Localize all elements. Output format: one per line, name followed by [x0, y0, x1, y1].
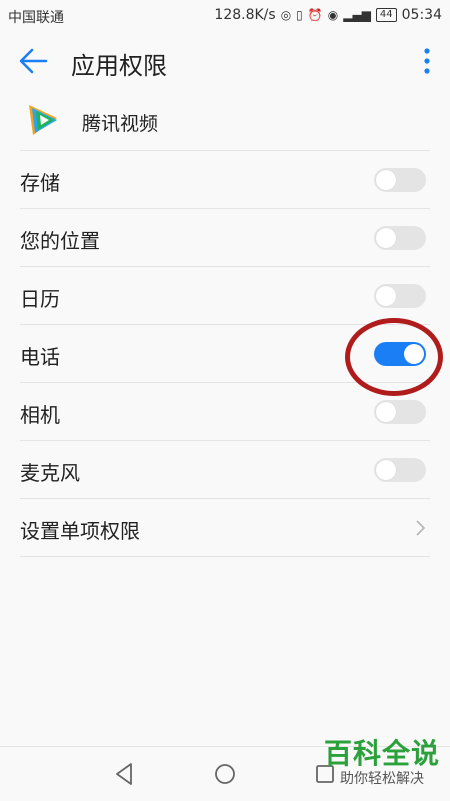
microphone-toggle[interactable]	[374, 458, 426, 482]
more-options-button[interactable]	[416, 44, 438, 78]
vibrate-icon: ▯	[296, 8, 303, 22]
nav-home-icon[interactable]	[212, 761, 238, 787]
arrow-left-icon	[19, 48, 48, 74]
permission-row-location[interactable]: 您的位置	[20, 209, 430, 267]
storage-toggle[interactable]	[374, 168, 426, 192]
toggle-knob	[376, 402, 396, 422]
watermark: 百科全说 助你轻松解决	[324, 738, 440, 788]
permission-label: 相机	[20, 403, 60, 427]
alarm-icon: ⏰	[307, 8, 323, 22]
camera-toggle[interactable]	[374, 400, 426, 424]
chevron-right-icon	[416, 520, 426, 536]
page-title: 应用权限	[71, 52, 167, 80]
location-toggle[interactable]	[374, 226, 426, 250]
permission-label: 存储	[20, 171, 60, 195]
set-individual-permissions-row[interactable]: 设置单项权限	[20, 499, 430, 557]
permission-row-calendar[interactable]: 日历	[20, 267, 430, 325]
status-time: 05:34	[401, 7, 442, 23]
carrier-label: 中国联通	[8, 10, 64, 26]
calendar-toggle[interactable]	[374, 284, 426, 308]
permission-label: 电话	[20, 345, 60, 369]
toggle-knob	[376, 228, 396, 248]
back-button[interactable]	[14, 44, 54, 78]
highlight-circle	[345, 318, 443, 396]
status-bar-right: 128.8K/s ◎ ▯ ⏰ ◉ ▂▄▆ 44 05:34	[214, 7, 442, 23]
nav-back-icon[interactable]	[112, 761, 138, 787]
permission-label: 您的位置	[20, 229, 100, 253]
app-info-row: 腾讯视频	[20, 92, 430, 151]
set-individual-label: 设置单项权限	[20, 519, 140, 543]
status-bar: 中国联通 128.8K/s ◎ ▯ ⏰ ◉ ▂▄▆ 44 05:34	[0, 0, 450, 32]
app-name: 腾讯视频	[82, 113, 159, 135]
watermark-subtitle: 助你轻松解决	[339, 771, 424, 787]
permission-row-storage[interactable]: 存储	[20, 151, 430, 209]
toggle-knob	[376, 286, 396, 306]
app-bar: 应用权限	[0, 32, 450, 90]
permission-label: 麦克风	[20, 461, 80, 485]
permission-label: 日历	[20, 287, 60, 311]
more-vert-icon	[424, 48, 430, 74]
eye-icon: ◉	[327, 8, 339, 22]
hotspot-icon: ◎	[280, 8, 292, 22]
network-speed: 128.8K/s	[214, 7, 276, 23]
toggle-knob	[376, 460, 396, 480]
signal-icon: ▂▄▆	[343, 8, 371, 22]
toggle-knob	[376, 170, 396, 190]
permission-row-camera[interactable]: 相机	[20, 383, 430, 441]
watermark-title: 百科全说	[323, 737, 440, 770]
permission-row-microphone[interactable]: 麦克风	[20, 441, 430, 499]
tencent-video-icon	[29, 105, 57, 135]
battery-indicator: 44	[375, 8, 397, 22]
